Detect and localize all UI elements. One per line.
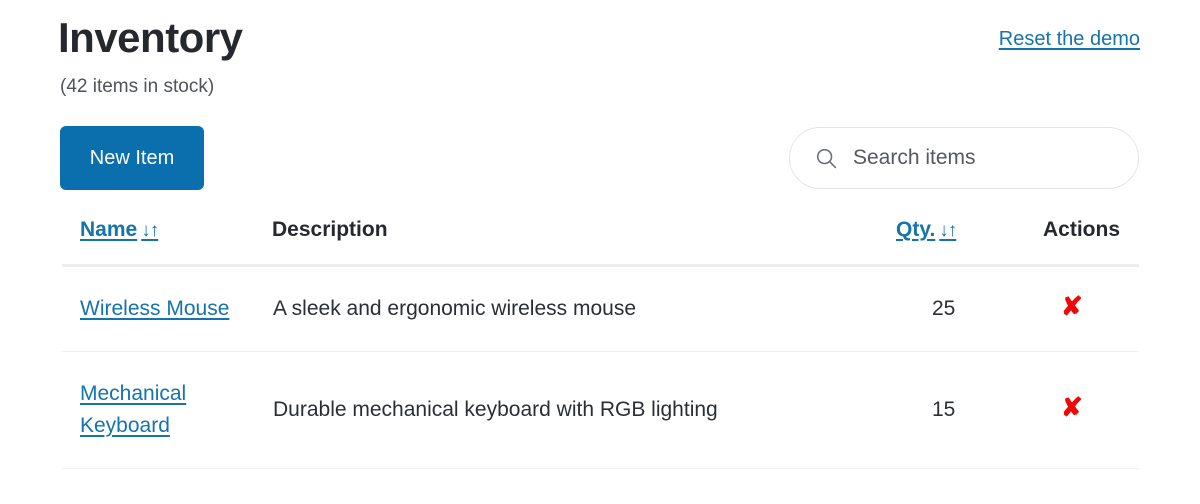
- item-actions-cell: ✘: [1019, 265, 1139, 352]
- reset-demo-link[interactable]: Reset the demo: [999, 26, 1140, 52]
- item-description-cell: Durable mechanical keyboard with RGB lig…: [272, 351, 896, 469]
- delete-item-button[interactable]: ✘: [1061, 394, 1083, 420]
- item-link[interactable]: Mechanical Keyboard: [80, 382, 186, 437]
- search-box[interactable]: [789, 127, 1139, 189]
- item-qty-cell: 15: [896, 351, 1019, 469]
- search-input[interactable]: [853, 146, 1120, 170]
- page-title: Inventory: [58, 14, 243, 61]
- column-header-name-label: Name: [80, 218, 138, 241]
- inventory-page: Inventory (42 items in stock) Reset the …: [0, 0, 1200, 504]
- sort-by-name-link[interactable]: Name ↓↑: [80, 218, 159, 241]
- table-header: Name ↓↑ Description Qty. ↓↑ Actions: [62, 218, 1139, 266]
- table-body: Wireless Mouse A sleek and ergonomic wir…: [62, 265, 1139, 469]
- column-header-name: Name ↓↑: [62, 218, 272, 266]
- new-item-button[interactable]: New Item: [60, 126, 204, 190]
- column-header-qty-label: Qty.: [896, 218, 936, 241]
- column-header-description: Description: [272, 218, 388, 241]
- sort-arrows-icon: ↓↑: [141, 220, 159, 241]
- sort-arrows-icon: ↓↑: [939, 220, 957, 241]
- table-row: Mechanical Keyboard Durable mechanical k…: [62, 351, 1139, 469]
- item-name-cell: Wireless Mouse: [62, 265, 272, 352]
- column-header-actions: Actions: [1043, 218, 1121, 241]
- stock-count-subtitle: (42 items in stock): [60, 76, 215, 97]
- delete-item-button[interactable]: ✘: [1061, 293, 1083, 319]
- table-header-row: Name ↓↑ Description Qty. ↓↑ Actions: [62, 218, 1139, 266]
- item-actions-cell: ✘: [1019, 351, 1139, 469]
- item-link[interactable]: Wireless Mouse: [80, 297, 229, 320]
- sort-by-qty-link[interactable]: Qty. ↓↑: [896, 218, 957, 241]
- table-row: Wireless Mouse A sleek and ergonomic wir…: [62, 265, 1139, 352]
- item-name-cell: Mechanical Keyboard: [62, 351, 272, 469]
- item-description-cell: A sleek and ergonomic wireless mouse: [272, 265, 896, 352]
- search-icon: [816, 148, 837, 169]
- column-header-qty: Qty. ↓↑: [896, 218, 1019, 266]
- item-qty-cell: 25: [896, 265, 1019, 352]
- inventory-table: Name ↓↑ Description Qty. ↓↑ Actions Wirele…: [62, 218, 1139, 469]
